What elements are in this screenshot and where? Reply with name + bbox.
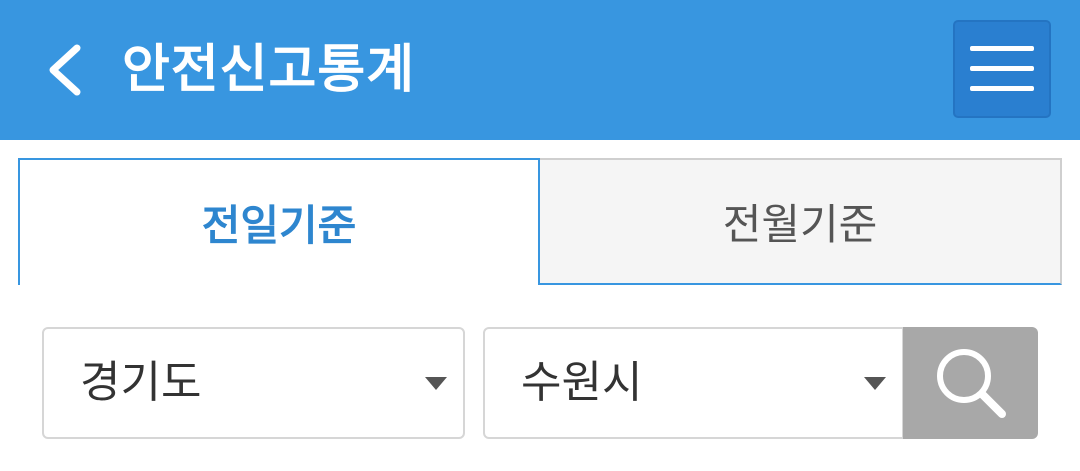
- menu-button[interactable]: [953, 20, 1051, 118]
- search-icon: [936, 349, 1006, 418]
- caret-down-icon: [425, 377, 447, 390]
- tab-previous-day[interactable]: 전일기준: [18, 158, 540, 285]
- search-button[interactable]: [903, 327, 1038, 439]
- province-select[interactable]: 경기도: [42, 327, 465, 439]
- city-select[interactable]: 수원시: [483, 327, 904, 439]
- back-button[interactable]: [30, 30, 100, 110]
- app-header: 안전신고통계: [0, 0, 1080, 140]
- city-select-value: 수원시: [521, 357, 643, 408]
- tab-previous-month[interactable]: 전월기준: [540, 158, 1062, 285]
- caret-down-icon: [864, 377, 886, 390]
- province-select-value: 경기도: [80, 357, 202, 408]
- tab-label: 전일기준: [201, 201, 357, 250]
- tab-label: 전월기준: [722, 200, 878, 249]
- period-tabs: 전일기준 전월기준: [18, 158, 1062, 285]
- hamburger-menu-icon: [970, 46, 1034, 91]
- chevron-left-icon: [49, 44, 81, 96]
- page-title: 안전신고통계: [122, 40, 416, 100]
